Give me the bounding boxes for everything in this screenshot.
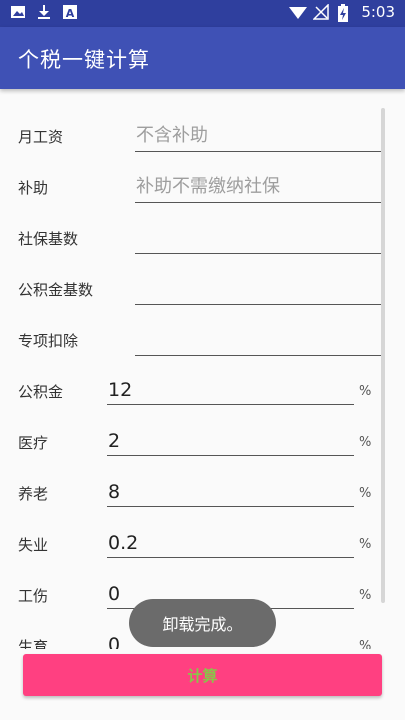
- status-bar: A 5:03: [0, 0, 405, 27]
- medical-rate-input[interactable]: 2: [107, 426, 354, 456]
- unemployment-rate-input[interactable]: 0.2: [107, 528, 354, 558]
- tax-form: 月工资 不含补助 补助 补助不需缴纳社保 社保基数 公积金基数 专项扣除 公积金…: [0, 89, 405, 649]
- form-row-medical-rate: 医疗 2 %: [0, 416, 405, 467]
- form-row-social-security-base: 社保基数: [0, 212, 405, 263]
- calculate-button[interactable]: 计算: [23, 654, 382, 696]
- allowance-placeholder: 补助不需缴纳社保: [136, 176, 280, 197]
- work-injury-rate-value: 0: [108, 583, 121, 605]
- social-security-base-label: 社保基数: [18, 230, 79, 248]
- unemployment-rate-unit: %: [359, 537, 372, 552]
- app-bar: 个税一键计算: [0, 27, 405, 89]
- no-signal-icon: [312, 3, 330, 20]
- housing-fund-rate-label: 公积金: [18, 383, 64, 401]
- allowance-input[interactable]: 补助不需缴纳社保: [135, 173, 382, 203]
- download-icon: [36, 4, 52, 20]
- social-security-base-input[interactable]: [135, 224, 382, 254]
- medical-rate-label: 医疗: [18, 434, 49, 452]
- maternity-rate-label: 生育: [18, 638, 49, 649]
- image-icon: [10, 4, 26, 20]
- form-row-monthly-salary: 月工资 不含补助: [0, 110, 405, 161]
- pension-rate-input[interactable]: 8: [107, 477, 354, 507]
- work-injury-rate-unit: %: [359, 588, 372, 603]
- form-row-special-deduction: 专项扣除: [0, 314, 405, 365]
- form-row-pension-rate: 养老 8 %: [0, 467, 405, 518]
- form-scrollbar[interactable]: [381, 108, 385, 603]
- maternity-rate-value: 0: [108, 634, 121, 649]
- app-title: 个税一键计算: [18, 48, 150, 72]
- pension-rate-unit: %: [359, 486, 372, 501]
- monthly-salary-label: 月工资: [18, 128, 64, 146]
- monthly-salary-input[interactable]: 不含补助: [135, 122, 382, 152]
- unemployment-rate-label: 失业: [18, 536, 49, 554]
- medical-rate-unit: %: [359, 435, 372, 450]
- svg-text:A: A: [66, 7, 75, 20]
- font-a-icon: A: [62, 4, 78, 20]
- form-row-allowance: 补助 补助不需缴纳社保: [0, 161, 405, 212]
- form-row-housing-fund-base: 公积金基数: [0, 263, 405, 314]
- allowance-label: 补助: [18, 179, 49, 197]
- maternity-rate-unit: %: [359, 639, 372, 649]
- housing-fund-base-label: 公积金基数: [18, 281, 94, 299]
- wifi-icon: [289, 4, 308, 20]
- medical-rate-value: 2: [108, 430, 121, 452]
- housing-fund-rate-value: 12: [108, 379, 133, 401]
- housing-fund-base-input[interactable]: [135, 275, 382, 305]
- special-deduction-label: 专项扣除: [18, 332, 79, 350]
- pension-rate-value: 8: [108, 481, 121, 503]
- pension-rate-label: 养老: [18, 485, 49, 503]
- monthly-salary-placeholder: 不含补助: [136, 125, 208, 146]
- housing-fund-rate-unit: %: [359, 384, 372, 399]
- toast-message: 卸载完成。: [129, 599, 276, 647]
- housing-fund-rate-input[interactable]: 12: [107, 375, 354, 405]
- work-injury-rate-label: 工伤: [18, 587, 49, 605]
- special-deduction-input[interactable]: [135, 326, 382, 356]
- battery-icon: [337, 4, 353, 22]
- form-row-unemployment-rate: 失业 0.2 %: [0, 518, 405, 569]
- form-row-housing-fund-rate: 公积金 12 %: [0, 365, 405, 416]
- status-time: 5:03: [361, 3, 395, 21]
- unemployment-rate-value: 0.2: [108, 532, 139, 554]
